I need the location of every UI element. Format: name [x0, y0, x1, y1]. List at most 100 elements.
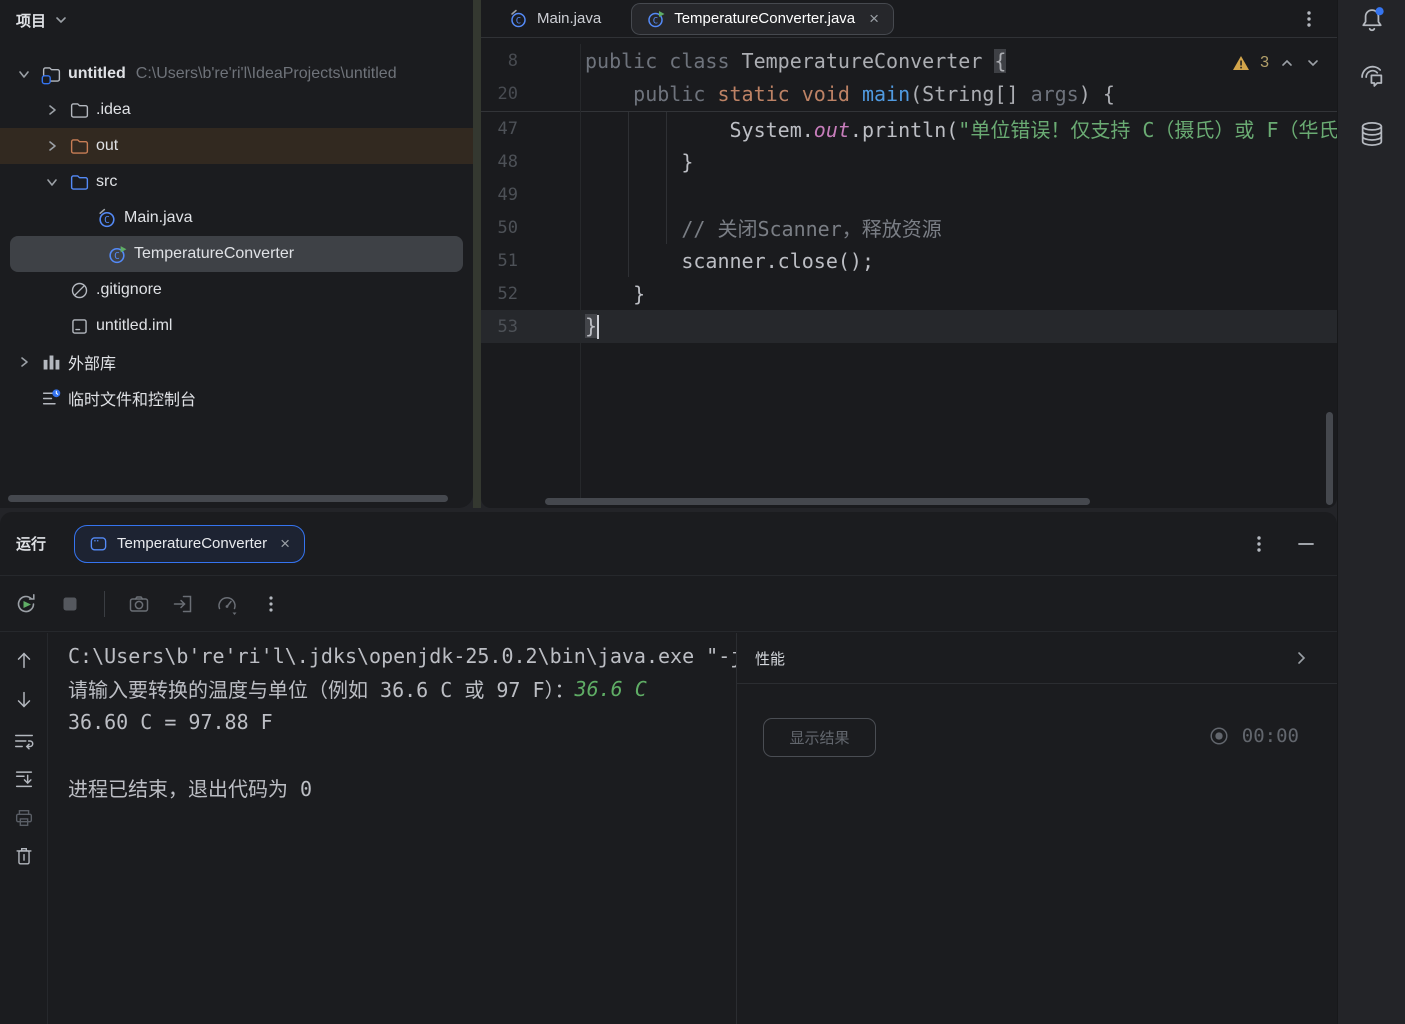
performance-header[interactable]: 性能: [737, 633, 1337, 684]
run-config-tab[interactable]: TemperatureConverter ×: [74, 525, 305, 563]
project-panel-title: 项目: [16, 10, 46, 31]
tab-temperatureconverter-java[interactable]: C TemperatureConverter.java ×: [631, 3, 894, 35]
project-panel-header[interactable]: 项目: [0, 0, 473, 40]
line-number: 50: [481, 218, 580, 238]
toolbar-separator: [104, 591, 105, 617]
libraries-icon: [38, 351, 64, 373]
chevron-right-icon: [1293, 650, 1309, 666]
sticky-lines: 8public class TemperatureConverter {20 p…: [481, 44, 1337, 112]
close-icon[interactable]: ×: [280, 534, 290, 554]
warning-triangle-icon: [1232, 55, 1250, 71]
code-editor[interactable]: 47 System.out.println("单位错误！仅支持 C（摄氏）或 F…: [481, 112, 1337, 343]
database-icon[interactable]: [1356, 118, 1388, 150]
tree-item-untitled-iml[interactable]: untitled.iml: [0, 308, 473, 344]
more-options-kebab-icon[interactable]: [257, 590, 285, 618]
up-stack-trace-icon[interactable]: [11, 647, 37, 673]
excluded-folder-icon: [66, 135, 92, 157]
tree-item-label: .idea: [96, 101, 131, 119]
tree-item-src-folder[interactable]: src: [0, 164, 473, 200]
code-line-50[interactable]: 50 // 关闭Scanner，释放资源: [481, 211, 1337, 244]
stop-icon[interactable]: [56, 590, 84, 618]
show-results-button[interactable]: 显示结果: [763, 718, 876, 757]
svg-text:C: C: [104, 215, 110, 226]
run-tab-label: TemperatureConverter: [117, 535, 267, 552]
tree-item-scratches-and-consoles[interactable]: 临时文件和控制台: [0, 380, 473, 416]
rerun-icon[interactable]: [12, 590, 40, 618]
java-class-icon: C: [509, 9, 529, 29]
code-line-49[interactable]: 49: [481, 178, 1337, 211]
tree-item-label: out: [96, 137, 118, 155]
code-line-47[interactable]: 47 System.out.println("单位错误！仅支持 C（摄氏）或 F…: [481, 112, 1337, 145]
tree-item-idea-folder[interactable]: .idea: [0, 92, 473, 128]
editor-tab-bar: C Main.java C TemperatureConverter.java …: [481, 0, 1337, 38]
editor-options-kebab-icon[interactable]: [1299, 7, 1319, 31]
timer-value: 00:00: [1242, 725, 1299, 747]
panel-splitter[interactable]: [473, 0, 481, 508]
attach-import-icon[interactable]: [169, 590, 197, 618]
chevron-down-icon[interactable]: [39, 171, 65, 193]
project-tree: untitledC:\Users\b're'ri'l\IdeaProjects\…: [0, 56, 473, 416]
java-class-run-icon: C: [646, 9, 666, 29]
performance-title: 性能: [755, 648, 785, 669]
close-icon[interactable]: ×: [869, 10, 879, 27]
svg-text:C: C: [114, 251, 120, 262]
tree-item-main-java[interactable]: C Main.java: [0, 200, 473, 236]
next-warning-chevron-down-icon[interactable]: [1305, 55, 1321, 71]
code-line-20[interactable]: 20 public static void main(String[] args…: [481, 77, 1337, 110]
code-line-52[interactable]: 52 }: [481, 277, 1337, 310]
chevron-right-icon[interactable]: [39, 99, 65, 121]
code-line-48[interactable]: 48 }: [481, 145, 1337, 178]
tree-item-label: 临时文件和控制台: [68, 386, 196, 410]
editor-panel: C Main.java C TemperatureConverter.java …: [481, 0, 1337, 508]
memory-snapshot-camera-icon[interactable]: [125, 590, 153, 618]
project-horizontal-scrollbar[interactable]: [8, 495, 448, 502]
tree-item-gitignore[interactable]: .gitignore: [0, 272, 473, 308]
scroll-to-end-icon[interactable]: [11, 766, 37, 792]
tree-item-out-folder[interactable]: out: [0, 128, 473, 164]
tree-item-external-libraries[interactable]: 外部库: [0, 344, 473, 380]
print-icon[interactable]: [11, 805, 37, 831]
console-line-1: C:\Users\b're'ri'l\.jdks\openjdk-25.0.2\…: [68, 639, 736, 672]
svg-text:C: C: [653, 16, 658, 26]
tree-item-path: C:\Users\b're'ri'l\IdeaProjects\untitled: [136, 65, 397, 83]
run-options-kebab-icon[interactable]: [1249, 532, 1269, 556]
profiler-gauge-icon[interactable]: [213, 590, 241, 618]
indent-guide: [666, 112, 667, 244]
tree-item-label: .gitignore: [96, 281, 162, 299]
chevron-down-icon[interactable]: [11, 63, 37, 85]
tree-item-untitled-project[interactable]: untitledC:\Users\b're'ri'l\IdeaProjects\…: [0, 56, 473, 92]
code-line-53[interactable]: 53}: [481, 310, 1337, 343]
run-console-output[interactable]: C:\Users\b're'ri'l\.jdks\openjdk-25.0.2\…: [48, 633, 737, 1024]
indent-guide: [628, 112, 629, 277]
java-class-run-icon: C: [104, 243, 130, 265]
soft-wrap-icon[interactable]: [11, 728, 37, 754]
iml-file-icon: [66, 315, 92, 337]
line-number: 49: [481, 185, 580, 205]
code-line-51[interactable]: 51 scanner.close();: [481, 244, 1337, 277]
tree-item-label: TemperatureConverter: [134, 245, 294, 263]
chevron-right-icon[interactable]: [39, 135, 65, 157]
run-toolbar: [0, 575, 1337, 632]
run-panel-title: 运行: [16, 533, 46, 554]
tree-item-label: 外部库: [68, 350, 116, 374]
code-line-8[interactable]: 8public class TemperatureConverter {: [481, 44, 1337, 77]
line-number: 48: [481, 152, 580, 172]
editor-vertical-scrollbar[interactable]: [1326, 412, 1333, 505]
editor-horizontal-scrollbar[interactable]: [545, 498, 1090, 505]
line-number: 47: [481, 119, 580, 139]
console-line-5: 进程已结束，退出代码为 0: [68, 771, 736, 804]
minimize-icon[interactable]: [1297, 535, 1315, 553]
chevron-right-icon[interactable]: [11, 351, 37, 373]
inspections-widget[interactable]: 3: [1232, 54, 1321, 72]
tree-item-label: Main.java: [124, 209, 192, 227]
record-icon: [1208, 725, 1230, 747]
down-stack-trace-icon[interactable]: [11, 687, 37, 713]
notifications-bell-icon[interactable]: [1356, 4, 1388, 36]
previous-warning-chevron-up-icon[interactable]: [1279, 55, 1295, 71]
ai-assistant-icon[interactable]: [1356, 60, 1388, 92]
console-gutter-toolbar: [0, 633, 48, 1024]
tab-main-java[interactable]: C Main.java: [495, 0, 615, 38]
warning-count: 3: [1260, 54, 1269, 72]
clear-console-trash-icon[interactable]: [11, 843, 37, 869]
tree-item-temperatureconverter[interactable]: C TemperatureConverter: [10, 236, 463, 272]
